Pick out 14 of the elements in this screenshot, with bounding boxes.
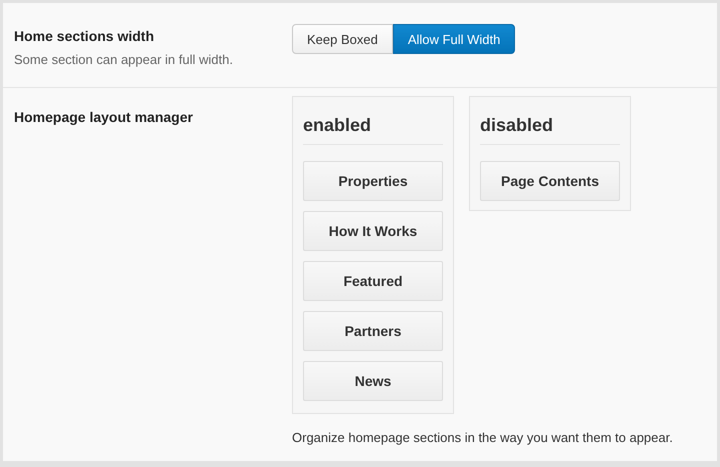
setting-description: Some section can appear in full width. <box>14 52 234 67</box>
section-item[interactable]: Page Contents <box>480 161 620 201</box>
section-item[interactable]: How It Works <box>303 211 443 251</box>
width-option-button[interactable]: Keep Boxed <box>292 24 393 54</box>
layout-description: Organize homepage sections in the way you want them to appear. <box>292 430 673 445</box>
section-item[interactable]: Properties <box>303 161 443 201</box>
section-item[interactable]: Partners <box>303 311 443 351</box>
column-title: disabled <box>480 105 620 145</box>
setting-label: Homepage layout manager <box>14 109 194 125</box>
section-item[interactable]: Featured <box>303 261 443 301</box>
setting-label: Home sections width <box>14 28 156 44</box>
column-title: enabled <box>303 105 443 145</box>
section-item[interactable]: News <box>303 361 443 401</box>
width-option-button[interactable]: Allow Full Width <box>392 24 516 54</box>
